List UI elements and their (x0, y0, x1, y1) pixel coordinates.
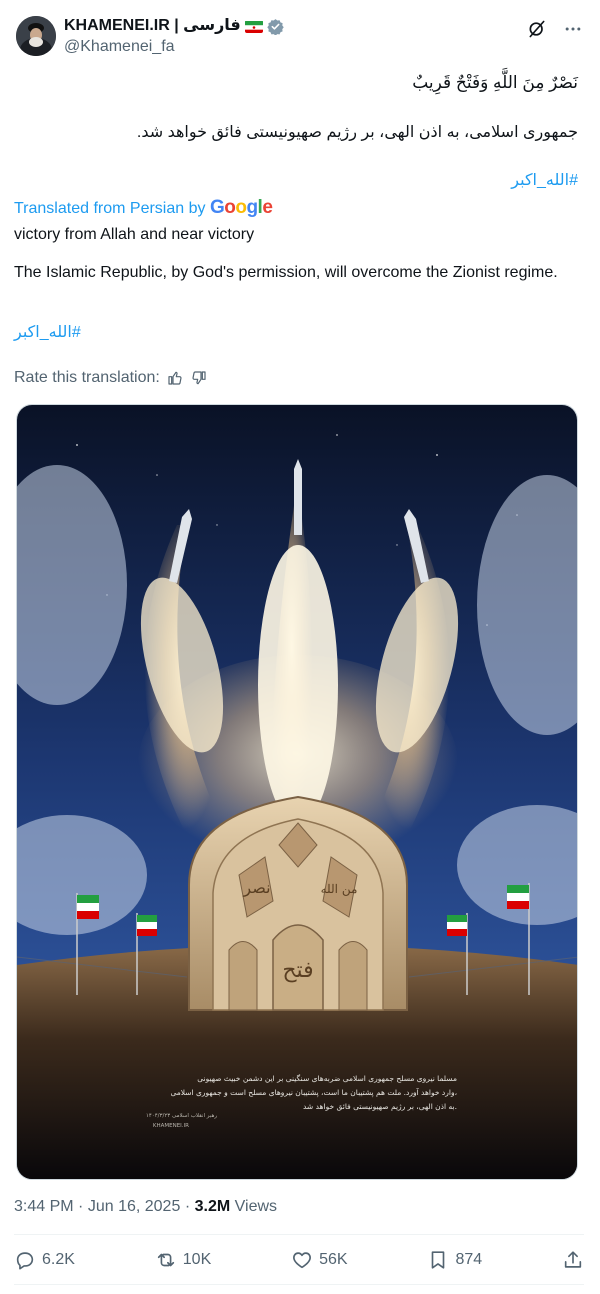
views-count: 3.2M (194, 1198, 231, 1215)
share-button[interactable] (562, 1249, 584, 1271)
divider (14, 1234, 584, 1235)
divider (14, 1284, 584, 1285)
thumbs-down-icon[interactable] (190, 369, 208, 387)
tweet-meta: 3:44 PM · Jun 16, 2025 · 3.2M Views (14, 1198, 277, 1216)
poster-calligraphy-right: من الله (321, 882, 358, 896)
author-name[interactable]: KHAMENEI.IR | فارسی (64, 16, 241, 36)
caption-line-2: وارد خواهد آورد. ملت هم پشتیبان ما است، … (170, 1087, 457, 1097)
poster-calligraphy-left: نصر (242, 878, 270, 897)
more-options-icon[interactable] (562, 18, 584, 40)
rate-translation: Rate this translation: (14, 369, 208, 387)
translation-notice[interactable]: Translated from Persian by Google (14, 197, 273, 220)
action-bar: 6.2K 10K 56K 874 (14, 1246, 584, 1274)
like-button[interactable]: 56K (291, 1249, 348, 1271)
grok-icon[interactable] (526, 18, 548, 40)
caption-line-1: مسلما نیروی مسلح جمهوری اسلامی ضربه‌های … (197, 1074, 457, 1083)
bookmark-icon (432, 1251, 445, 1269)
rate-label: Rate this translation: (14, 369, 160, 386)
reply-button[interactable]: 6.2K (14, 1249, 75, 1271)
bookmark-count: 874 (455, 1251, 483, 1268)
tweet-time[interactable]: 3:44 PM (14, 1198, 74, 1215)
reply-count: 6.2K (42, 1251, 75, 1268)
translation-line-1: victory from Allah and near victory (14, 226, 255, 243)
translation-line-2: The Islamic Republic, by God's permissio… (14, 264, 558, 281)
avatar[interactable] (16, 16, 56, 56)
tweet-media-image[interactable]: نصر فتح من الله مسلما نیروی مسلح جمهوری … (16, 404, 578, 1180)
thumbs-up-icon[interactable] (166, 369, 184, 387)
repost-icon (157, 1253, 174, 1267)
tweet-date[interactable]: Jun 16, 2025 (88, 1198, 181, 1215)
meta-separator: · (78, 1198, 84, 1215)
like-count: 56K (319, 1251, 348, 1268)
verified-badge-icon[interactable] (267, 18, 284, 35)
arch-monument: نصر فتح من الله (188, 795, 408, 1011)
translation-label: Translated from Persian by (14, 200, 206, 217)
reply-icon (16, 1252, 34, 1270)
caption-source: رهبر انقلاب اسلامی ۱۴۰۴/۳/۲۳ (146, 1113, 217, 1119)
tweet-header: KHAMENEI.IR | فارسی @Khamenei_fa (16, 14, 584, 62)
repost-count: 10K (182, 1251, 212, 1268)
author-handle[interactable]: @Khamenei_fa (64, 37, 284, 57)
google-logo: Google (209, 197, 273, 218)
hashtag-link-fa[interactable]: #الله_اکبر (22, 170, 578, 192)
share-icon (564, 1251, 582, 1268)
meta-separator: · (184, 1198, 191, 1215)
tweet-text-line-2: جمهوری اسلامی، به اذن الهی، بر رژیم صهیو… (136, 124, 578, 141)
hashtag-link-translated[interactable]: #الله_اکبر (14, 322, 81, 342)
heart-icon (293, 1252, 312, 1269)
views-label: Views (234, 1198, 278, 1215)
tweet-text-line-1: نَصْرٌ مِنَ اللَّهِ وَفَتْحٌ قَرِيبٌ (412, 73, 578, 92)
iran-flag-icon (244, 20, 263, 33)
author-block: KHAMENEI.IR | فارسی @Khamenei_fa (64, 16, 284, 57)
bookmark-button[interactable]: 874 (427, 1249, 482, 1271)
caption-site: KHAMENEI.IR (153, 1123, 189, 1129)
poster-calligraphy-center: فتح (282, 958, 313, 983)
caption-line-3: به اذن الهی، بر رژیم صهیونیستی فائق خواه… (303, 1102, 457, 1111)
repost-button[interactable]: 10K (155, 1249, 211, 1271)
